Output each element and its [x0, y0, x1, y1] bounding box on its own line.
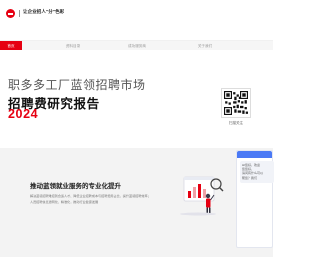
qr-code-icon	[221, 88, 251, 118]
main-nav: 首页 资料目录 成功服务商 关于我们	[0, 40, 273, 51]
brand-tagline: 让企业招人"分"色彩	[23, 9, 65, 14]
brand-logo-icon[interactable]	[6, 9, 15, 18]
hero-year: 2024	[8, 107, 39, 121]
chat-message: HI您好，欢迎 您您好， 请问有什么可以 帮您？我们	[240, 161, 274, 183]
chat-widget[interactable]: HI您好，欢迎 您您好， 请问有什么可以 帮您？我们	[236, 150, 274, 248]
mission-title: 推动蓝领就业服务的专业化提升	[30, 183, 121, 190]
chat-message-line: 帮您？我们	[242, 175, 258, 180]
chat-header[interactable]	[237, 151, 272, 158]
hero-title: 职多多工厂蓝领招聘市场	[8, 78, 146, 92]
qr-code-graphic	[224, 91, 248, 115]
logo-divider	[19, 10, 20, 17]
analytics-illustration-icon	[176, 171, 226, 217]
mission-text-line: 人员招聘信息透明化、精准化，推动行业健康发展	[30, 200, 99, 204]
qr-caption: 扫描关注	[229, 121, 243, 125]
site-header: 让企业招人"分"色彩	[0, 0, 273, 28]
mission-text-line: 解决蓝领招聘难招到合适人才、降低企业招聘成本与招聘费用占比，提升蓝领招聘效率；	[30, 194, 151, 198]
